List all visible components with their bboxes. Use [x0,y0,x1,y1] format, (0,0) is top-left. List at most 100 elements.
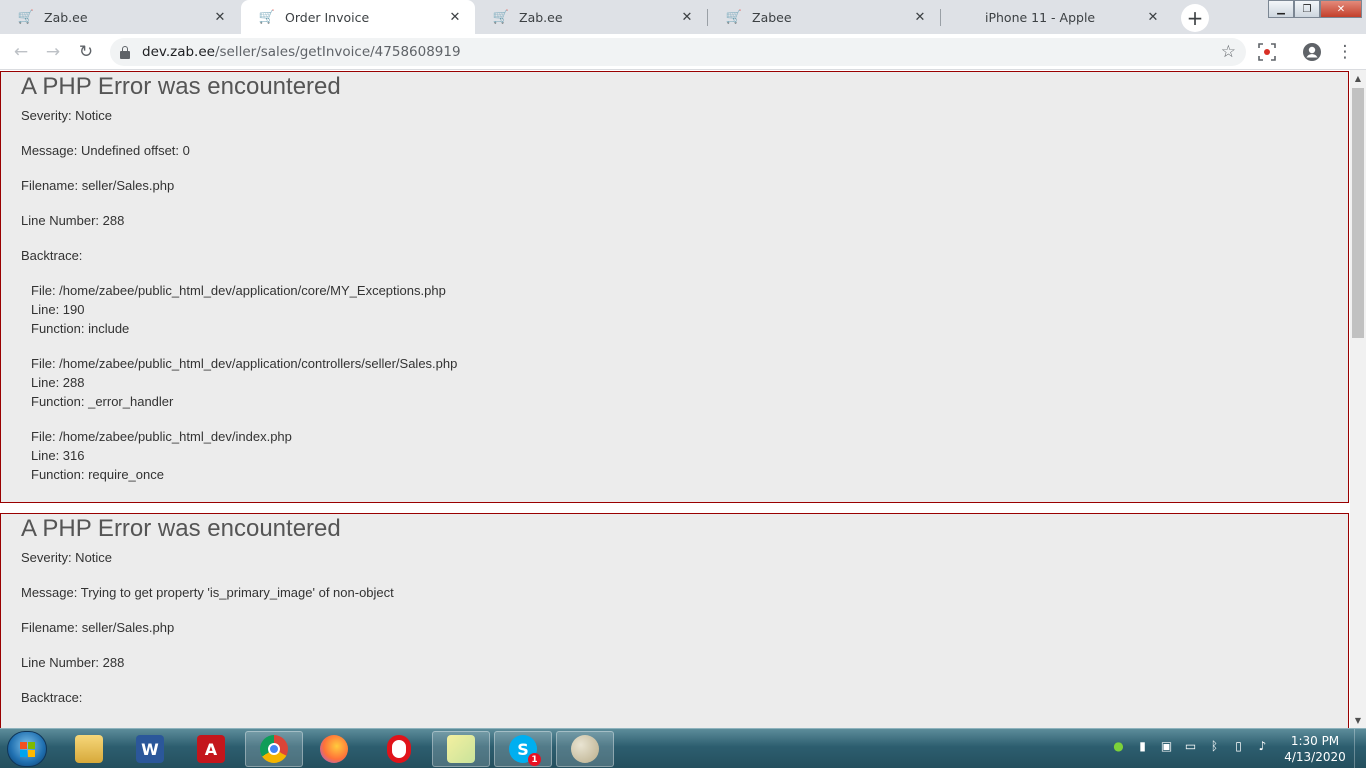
skype-taskbar-button[interactable]: S 1 [494,731,552,767]
windows-logo-icon [19,741,35,757]
clock-date: 4/13/2020 [1284,750,1346,764]
cart-icon: 🛒 [492,9,510,25]
paint-icon [571,735,599,763]
scroll-up-arrow-icon[interactable]: ▲ [1350,70,1366,86]
cart-icon: 🛒 [17,9,35,25]
backtrace-function: Function: include [31,321,130,336]
error-line-number: Line Number: 288 [21,655,125,670]
windows-taskbar: W A S 1 ● ▮ ▣ ▭ ᛒ ▯ ♪ 1:30 PM 4/13/2020 [0,728,1366,769]
error-severity: Severity: Notice [21,550,113,565]
skype-badge: 1 [528,753,541,766]
monitor-icon[interactable]: ▭ [1182,737,1199,754]
network-signal-icon[interactable]: ▮ [1134,737,1151,754]
device-icon[interactable]: ▣ [1158,737,1175,754]
screen-capture-icon[interactable] [1254,39,1280,65]
clock-time: 1:30 PM [1290,734,1340,748]
explorer-icon [75,735,103,763]
error-line-number: Line Number: 288 [21,213,125,228]
show-desktop-button[interactable] [1354,729,1366,769]
url-host: dev.zab.ee [142,44,215,60]
url-path: /seller/sales/getInvoice/4758608919 [214,44,461,60]
page-viewport: A PHP Error was encountered Severity: No… [0,70,1350,728]
restore-button[interactable]: ❐ [1294,0,1320,18]
sticky-notes-icon [447,735,475,763]
forward-button[interactable]: → [40,39,66,65]
error-heading: A PHP Error was encountered [21,515,341,542]
backtrace-line: Line: 190 [31,302,85,317]
browser-toolbar: ← → ↻ dev.zab.ee/seller/sales/getInvoice… [0,34,1366,70]
error-message: Message: Undefined offset: 0 [21,143,190,158]
word-taskbar-button[interactable]: W [121,731,179,767]
acrobat-icon: A [197,735,225,763]
error-heading: A PHP Error was encountered [21,73,341,100]
scrollbar-thumb[interactable] [1352,88,1364,338]
close-tab-icon[interactable]: ✕ [212,9,228,25]
word-icon: W [136,735,164,763]
php-error-block: A PHP Error was encountered Severity: No… [0,71,1349,503]
taskbar-clock[interactable]: 1:30 PM 4/13/2020 [1280,733,1350,765]
system-tray: ● ▮ ▣ ▭ ᛒ ▯ ♪ [1110,737,1271,754]
error-backtrace-label: Backtrace: [21,690,83,705]
backtrace-function: Function: require_once [31,467,164,482]
tab-zabee-1[interactable]: 🛒 Zab.ee ✕ [0,0,240,34]
opera-taskbar-button[interactable] [370,731,428,767]
backtrace-line: Line: 288 [31,375,85,390]
window-controls: ▁ ❐ ✕ [1268,0,1362,18]
vertical-scrollbar[interactable]: ▲ ▼ [1350,70,1366,728]
tab-title: Order Invoice [285,9,370,25]
minimize-button[interactable]: ▁ [1268,0,1294,18]
backtrace-function: Function: _error_handler [31,394,174,409]
tab-order-invoice[interactable]: 🛒 Order Invoice ✕ [241,0,475,34]
address-bar[interactable]: dev.zab.ee/seller/sales/getInvoice/47586… [110,38,1246,66]
close-tab-icon[interactable]: ✕ [1145,9,1161,25]
tab-iphone-apple[interactable]: iPhone 11 - Apple ✕ [941,0,1173,34]
apple-icon [959,9,975,25]
error-backtrace-label: Backtrace: [21,248,83,263]
chrome-icon [260,735,288,763]
cart-icon: 🛒 [258,9,276,25]
close-tab-icon[interactable]: ✕ [679,9,695,25]
new-tab-button[interactable]: + [1181,4,1209,32]
tab-zabee-3[interactable]: 🛒 Zabee ✕ [708,0,940,34]
backtrace-entry: File: /home/zabee/public_html_dev/applic… [31,354,1328,411]
battery-icon[interactable]: ▯ [1230,737,1247,754]
error-severity: Severity: Notice [21,108,113,123]
tab-zabee-2[interactable]: 🛒 Zab.ee ✕ [475,0,707,34]
close-tab-icon[interactable]: ✕ [447,9,463,25]
start-button[interactable] [7,731,47,767]
reload-button[interactable]: ↻ [73,39,99,65]
bookmark-star-icon[interactable]: ☆ [1221,42,1236,62]
tab-strip: 🛒 Zab.ee ✕ 🛒 Order Invoice ✕ 🛒 Zab.ee ✕ … [0,0,1366,34]
sticky-notes-taskbar-button[interactable] [432,731,490,767]
back-button[interactable]: ← [8,39,34,65]
bluetooth-icon[interactable]: ᛒ [1206,737,1223,754]
profile-avatar-icon[interactable] [1299,39,1325,65]
backtrace-entry: File: /home/zabee/public_html_dev/index.… [31,427,1328,484]
close-window-button[interactable]: ✕ [1320,0,1362,18]
volume-icon[interactable]: ♪ [1254,737,1271,754]
backtrace-line: Line: 316 [31,448,85,463]
backtrace-entry: File: /home/zabee/public_html_dev/applic… [31,281,1328,338]
skype-icon: S 1 [509,735,541,766]
tab-title: Zab.ee [44,9,88,25]
lock-icon[interactable] [120,45,132,59]
chrome-taskbar-button[interactable] [245,731,303,767]
error-message: Message: Trying to get property 'is_prim… [21,585,394,600]
firefox-icon [320,735,348,763]
php-error-block: A PHP Error was encountered Severity: No… [0,513,1349,728]
security-shield-icon[interactable]: ● [1110,737,1127,754]
paint-taskbar-button[interactable] [556,731,614,767]
opera-icon [387,735,411,763]
menu-kebab-icon[interactable]: ⋮ [1332,39,1358,65]
backtrace-list: File: /home/zabee/public_html_dev/applic… [21,281,1328,484]
backtrace-file: File: /home/zabee/public_html_dev/applic… [31,356,458,371]
explorer-taskbar-button[interactable] [60,731,118,767]
scroll-down-arrow-icon[interactable]: ▼ [1350,712,1366,728]
close-tab-icon[interactable]: ✕ [912,9,928,25]
backtrace-file: File: /home/zabee/public_html_dev/index.… [31,429,292,444]
error-filename: Filename: seller/Sales.php [21,620,175,635]
firefox-taskbar-button[interactable] [305,731,363,767]
tab-title: iPhone 11 - Apple [985,9,1096,25]
acrobat-taskbar-button[interactable]: A [182,731,240,767]
error-filename: Filename: seller/Sales.php [21,178,175,193]
